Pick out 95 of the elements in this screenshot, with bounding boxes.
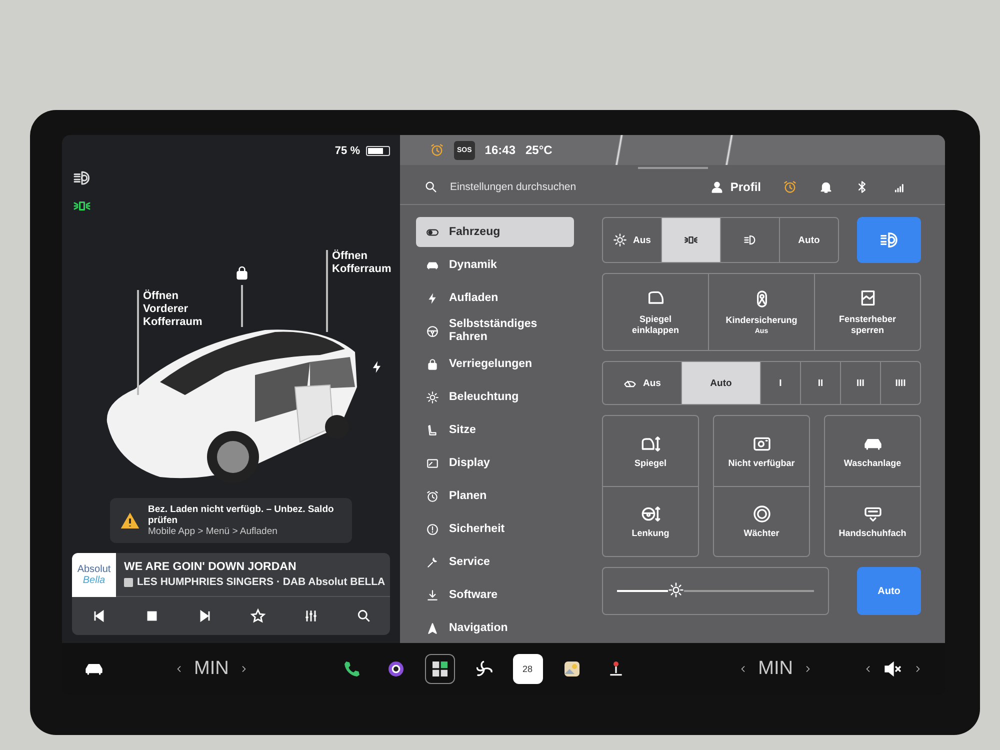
tile-label: Kindersicherung xyxy=(726,315,798,326)
alarm-clock-icon xyxy=(426,490,439,502)
auto-brightness-button[interactable]: Auto xyxy=(857,567,921,615)
vehicle-setting-tile[interactable]: Wächter xyxy=(714,486,809,556)
lock-icon xyxy=(426,358,439,370)
display-icon xyxy=(426,456,439,470)
vehicle-setting-tile[interactable]: Handschuhfach xyxy=(825,486,920,556)
temperature-control[interactable]: MIN xyxy=(758,658,793,680)
auto-headlight-icon xyxy=(72,169,92,187)
brightness-slider[interactable] xyxy=(602,567,829,615)
radio-icon xyxy=(124,578,133,586)
steering-wheel-icon xyxy=(426,324,439,338)
logo-text: Absolut xyxy=(77,564,111,574)
battery-percentage: 75 % xyxy=(334,145,360,157)
clock: 16:43 xyxy=(484,143,516,157)
seat-icon xyxy=(426,424,439,436)
song-title: WE ARE GOIN' DOWN JORDAN xyxy=(124,561,298,573)
vehicle-setting-tile[interactable]: Spiegel einklappen xyxy=(603,274,708,350)
temperature-control[interactable]: MIN xyxy=(194,658,229,680)
person-icon xyxy=(710,180,724,194)
tile-label: Wächter xyxy=(744,528,780,539)
leader-line xyxy=(241,285,243,327)
search-icon xyxy=(424,180,438,194)
steering-adjust-icon xyxy=(640,504,660,524)
sun-icon xyxy=(426,390,439,404)
camera-app-icon xyxy=(386,659,406,679)
headlight-option[interactable]: Auto xyxy=(779,218,838,262)
wiper-option[interactable]: II xyxy=(800,362,840,404)
search-icon xyxy=(356,608,372,624)
vehicle-setting-tile[interactable]: Lenkung xyxy=(603,486,698,556)
download-icon xyxy=(426,588,439,602)
mirror-adjust-icon xyxy=(640,434,660,454)
bell-icon xyxy=(819,180,833,194)
calendar-app-button[interactable]: 28 xyxy=(512,654,542,684)
app-launcher-button[interactable] xyxy=(424,654,454,684)
exclamation-circle-icon xyxy=(426,522,439,536)
open-trunk-button[interactable]: Öffnen Kofferraum xyxy=(332,250,402,276)
settings-menu-item[interactable]: Dynamik xyxy=(416,250,574,280)
tile-label: Lenkung xyxy=(632,528,670,539)
drag-handle[interactable] xyxy=(638,167,708,169)
settings-menu-item[interactable]: Software xyxy=(416,580,574,610)
settings-menu-item[interactable]: Service xyxy=(416,547,574,577)
wiper-option[interactable]: I xyxy=(760,362,800,404)
battery-icon xyxy=(366,146,390,156)
tile-label: Handschuhfach xyxy=(838,528,906,539)
settings-menu-item[interactable]: Planen xyxy=(416,481,574,511)
vehicle-setting-tile[interactable]: Nicht verfügbar xyxy=(714,416,809,486)
settings-menu-item[interactable]: Selbstständiges Fahren xyxy=(416,316,574,346)
vehicle-setting-tile[interactable]: Fensterheber sperren xyxy=(814,274,920,350)
settings-menu-item[interactable]: Sitze xyxy=(416,415,574,445)
settings-menu-item[interactable]: Sicherheit xyxy=(416,514,574,544)
artist-station: LES HUMPHRIES SINGERS · DAB Absolut BELLA xyxy=(137,576,386,588)
auto-headlight-icon xyxy=(879,230,899,250)
logo-text: Bella xyxy=(82,574,106,586)
settings-menu-item[interactable]: Navigation xyxy=(416,613,574,643)
settings-menu-item[interactable]: Aufladen xyxy=(416,283,574,313)
equalizer-icon xyxy=(302,608,318,624)
tile-label: Spiegel xyxy=(634,458,666,468)
settings-menu-item[interactable]: Beleuchtung xyxy=(416,382,574,412)
speaker-muted-icon xyxy=(883,659,903,679)
headlight-option[interactable]: Aus xyxy=(603,218,661,262)
target-icon xyxy=(752,504,772,524)
vehicle-setting-tile[interactable]: Waschanlage xyxy=(825,416,920,486)
headlight-icon xyxy=(743,233,757,247)
wiper-option[interactable]: III xyxy=(840,362,880,404)
vehicle-setting-tile[interactable]: Spiegel xyxy=(603,416,698,486)
tile-label: Fensterheber sperren xyxy=(838,314,898,336)
phone-app-icon xyxy=(342,659,362,679)
settings-menu-item[interactable]: Display xyxy=(416,448,574,478)
warning-message: Bez. Laden nicht verfügb. – Unbez. Saldo prüfen xyxy=(148,504,335,526)
temperature: 25°C xyxy=(526,143,552,157)
open-trunk-button[interactable]: Öffnen Vorderer Kofferraum xyxy=(143,290,213,329)
sun-icon xyxy=(613,233,628,247)
navigation-arrow-icon xyxy=(426,622,439,634)
star-icon xyxy=(250,608,266,624)
wiper-option[interactable]: Auto xyxy=(681,362,760,404)
photos-app-icon xyxy=(562,659,582,679)
settings-menu-item[interactable]: Verriegelungen xyxy=(416,349,574,379)
profile-button[interactable]: Profil xyxy=(710,180,761,194)
alarm-clock-icon xyxy=(430,143,444,157)
fan-icon xyxy=(474,659,494,679)
volume-mute-button[interactable] xyxy=(883,659,903,679)
app-launcher-icon xyxy=(430,659,450,679)
wiper-option[interactable]: IIII xyxy=(880,362,920,404)
wiper-option[interactable]: Aus xyxy=(603,362,681,404)
search-field[interactable]: Einstellungen durchsuchen xyxy=(424,180,688,194)
warning-icon xyxy=(120,510,140,530)
alarm-clock-icon xyxy=(783,180,797,194)
settings-menu-item[interactable]: Fahrzeug xyxy=(416,217,574,247)
warning-hint: Mobile App > Menü > Aufladen xyxy=(148,526,278,537)
tile-label: Waschanlage xyxy=(844,458,902,468)
tile-label: Nicht verfügbar xyxy=(728,458,795,468)
tile-label: Spiegel einklappen xyxy=(630,314,680,336)
wrench-icon xyxy=(426,556,439,568)
auto-high-beam-button[interactable] xyxy=(857,217,921,263)
